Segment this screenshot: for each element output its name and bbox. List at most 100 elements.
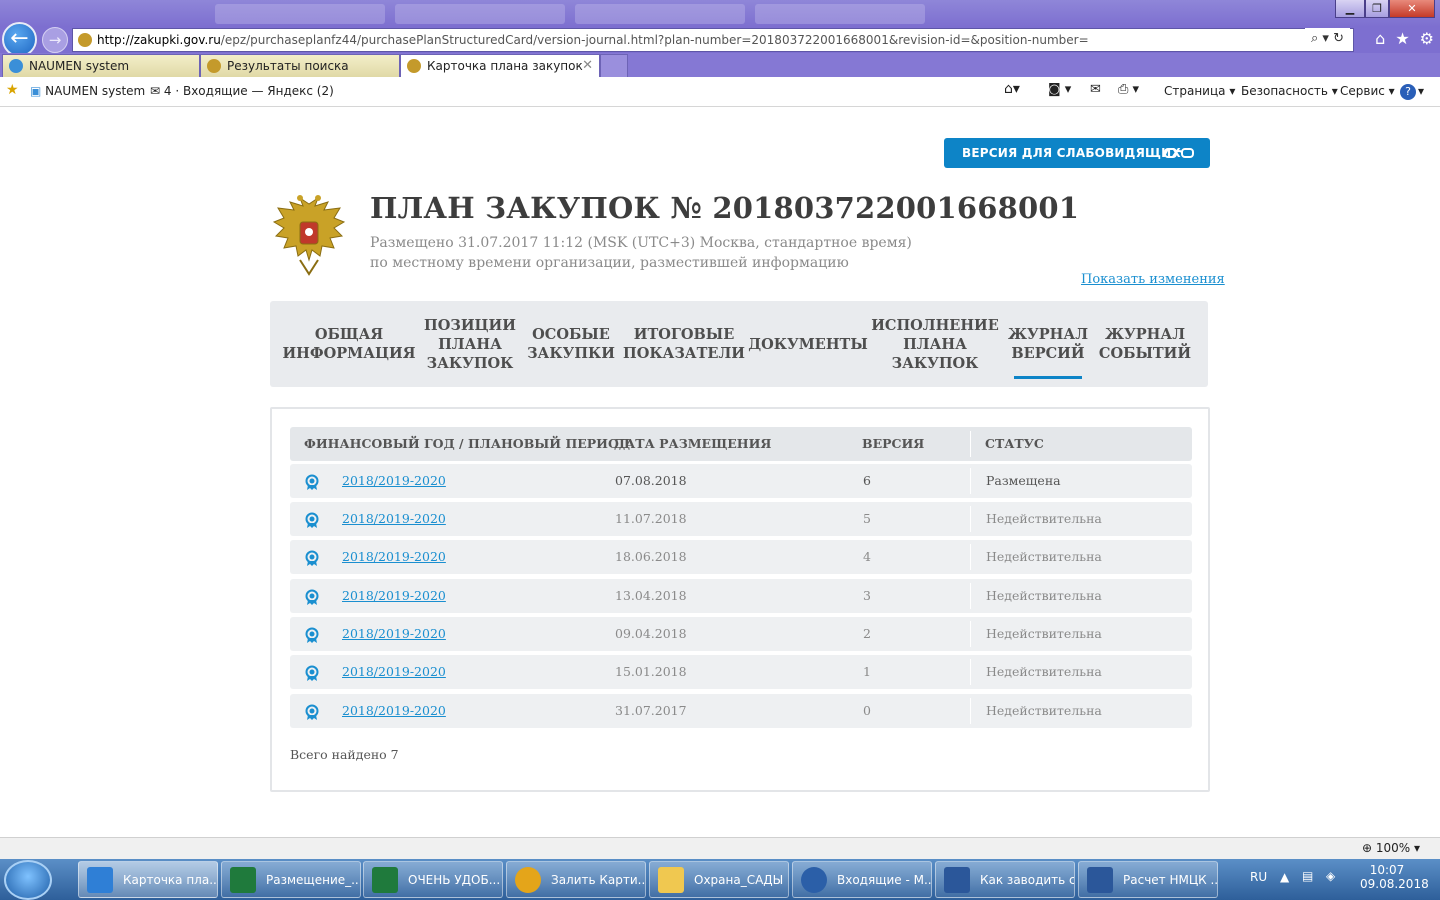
search-icon[interactable]: ⌕ xyxy=(1311,31,1318,46)
zoom-control[interactable]: ⊕ 100% ▾ xyxy=(1362,841,1420,855)
period-link[interactable]: 2018/2019-2020 xyxy=(342,655,446,689)
language-indicator[interactable]: RU xyxy=(1250,870,1267,884)
maximize-button[interactable]: ❐ xyxy=(1365,0,1389,18)
tab-documents[interactable]: ДОКУМЕНТЫ xyxy=(748,301,868,387)
taskbar-item-excel-2[interactable]: ОЧЕНЬ УДОБ... xyxy=(363,861,503,898)
taskbar-item-excel-1[interactable]: Размещение_... xyxy=(221,861,361,898)
favorites-add-icon[interactable]: ★ xyxy=(6,82,19,98)
version-number: 5 xyxy=(863,511,871,526)
forward-arrow-icon[interactable]: → xyxy=(42,27,68,53)
taskbar-item-word-2[interactable]: Расчет НМЦК ... xyxy=(1078,861,1218,898)
zoom-level: 100% xyxy=(1375,841,1411,855)
taskbar-label: Как заводить с... xyxy=(980,873,1075,887)
version-journal-panel: ФИНАНСОВЫЙ ГОД / ПЛАНОВЫЙ ПЕРИОД ДАТА РА… xyxy=(270,407,1210,792)
back-arrow-icon[interactable]: ← xyxy=(2,22,37,57)
mail-client-icon xyxy=(801,867,827,893)
tab-event-journal[interactable]: ЖУРНАЛ СОБЫТИЙ xyxy=(1099,301,1191,387)
url-input[interactable]: http://zakupki.gov.ru/epz/purchaseplanfz… xyxy=(72,28,1354,52)
emblem-favicon-icon xyxy=(407,59,421,73)
minimize-button[interactable]: ▁ xyxy=(1335,0,1365,18)
status-text: Недействительна xyxy=(986,703,1102,718)
browser-status-bar: ⊕ 100% ▾ xyxy=(0,837,1440,859)
medal-icon xyxy=(305,474,319,490)
tray-expand-icon[interactable]: ▲ xyxy=(1280,870,1289,884)
settings-gear-icon[interactable]: ⚙ xyxy=(1420,29,1434,48)
emblem-favicon-icon xyxy=(207,59,221,73)
tab-search-results[interactable]: Результаты поиска xyxy=(200,54,400,77)
start-button-icon[interactable] xyxy=(4,860,52,900)
column-divider xyxy=(970,506,971,532)
favorites-star-icon[interactable]: ★ xyxy=(1395,29,1409,48)
taskbar-label: Размещение_... xyxy=(266,873,361,887)
tab-plan-card[interactable]: Карточка плана закупок ✕ xyxy=(400,54,600,77)
taskbar-item-outlook[interactable]: Входящие - М... xyxy=(792,861,932,898)
page-content: ВЕРСИЯ ДЛЯ СЛАБОВИДЯЩИХ ПЛАН ЗАКУПОК № 2… xyxy=(0,107,1440,837)
taskbar-label: Охрана_САДЫ xyxy=(694,873,784,887)
column-divider xyxy=(970,544,971,570)
tab-general-info[interactable]: ОБЩАЯ ИНФОРМАЦИЯ xyxy=(278,301,420,387)
help-icon[interactable]: ? xyxy=(1400,84,1416,100)
home-icon[interactable]: ⌂ xyxy=(1375,29,1385,48)
period-link[interactable]: 2018/2019-2020 xyxy=(342,502,446,536)
close-window-button[interactable]: ✕ xyxy=(1389,0,1435,18)
menu-safety-label: Безопасность xyxy=(1241,84,1328,98)
tab-plan-positions[interactable]: ПОЗИЦИИ ПЛАНА ЗАКУПОК xyxy=(420,301,520,387)
taskbar-item-chrome[interactable]: Залить Карти... xyxy=(506,861,646,898)
read-mail-icon[interactable]: ✉ xyxy=(1090,82,1101,97)
total-found: Всего найдено 7 xyxy=(290,747,399,762)
ie-icon xyxy=(9,59,23,73)
print-icon[interactable]: ⎙ ▾ xyxy=(1118,82,1139,97)
clock[interactable]: 10:07 09.08.2018 xyxy=(1360,863,1429,891)
tab-close-icon[interactable]: ✕ xyxy=(582,55,593,77)
medal-icon xyxy=(305,550,319,566)
clock-date: 09.08.2018 xyxy=(1360,877,1429,891)
status-text: Недействительна xyxy=(986,588,1102,603)
period-link[interactable]: 2018/2019-2020 xyxy=(342,694,446,728)
page-title: ПЛАН ЗАКУПОК № 201803722001668001 xyxy=(370,191,1080,225)
network-icon[interactable]: ▤ xyxy=(1302,869,1313,883)
dropdown-icon[interactable]: ▾ xyxy=(1322,31,1329,46)
refresh-icon[interactable]: ↻ xyxy=(1333,31,1344,46)
menu-service[interactable]: Сервис ▾ xyxy=(1340,84,1395,98)
help-dropdown-icon[interactable]: ▾ xyxy=(1418,84,1424,98)
plan-section-tabs: ОБЩАЯ ИНФОРМАЦИЯ ПОЗИЦИИ ПЛАНА ЗАКУПОК О… xyxy=(270,301,1208,387)
column-divider xyxy=(970,621,971,647)
tab-version-journal[interactable]: ЖУРНАЛ ВЕРСИЙ xyxy=(1008,301,1088,387)
url-domain: http://zakupki.gov.ru xyxy=(97,33,221,47)
menu-safety[interactable]: Безопасность ▾ xyxy=(1241,84,1338,98)
taskbar-item-word-1[interactable]: Как заводить с... xyxy=(935,861,1075,898)
placement-date: 07.08.2018 xyxy=(615,473,687,488)
column-header-date: ДАТА РАЗМЕЩЕНИЯ xyxy=(614,436,772,451)
taskbar-item-ie[interactable]: Карточка пла... xyxy=(78,861,218,898)
zoom-magnifier-icon: ⊕ xyxy=(1361,841,1373,855)
url-path: /epz/purchaseplanfz44/purchasePlanStruct… xyxy=(220,33,1089,47)
status-text: Недействительна xyxy=(986,664,1102,679)
tab-special-purchases[interactable]: ОСОБЫЕ ЗАКУПКИ xyxy=(527,301,615,387)
show-changes-link[interactable]: Показать изменения xyxy=(1081,272,1225,287)
period-link[interactable]: 2018/2019-2020 xyxy=(342,464,446,498)
tab-plan-execution[interactable]: ИСПОЛНЕНИЕ ПЛАНА ЗАКУПОК xyxy=(871,301,999,387)
tab-label: Результаты поиска xyxy=(227,59,349,73)
ie-icon xyxy=(87,867,113,893)
volume-muted-icon[interactable]: ◈ xyxy=(1326,869,1335,883)
favorites-bar: ★ ▣ NAUMEN system ✉ 4 · Входящие — Яндек… xyxy=(0,77,1440,107)
period-link[interactable]: 2018/2019-2020 xyxy=(342,540,446,574)
tab-total-indicators[interactable]: ИТОГОВЫЕ ПОКАЗАТЕЛИ xyxy=(623,301,745,387)
menu-page[interactable]: Страница ▾ xyxy=(1164,84,1235,98)
placement-date: 15.01.2018 xyxy=(615,664,687,679)
favorite-yandex-inbox[interactable]: ✉ 4 · Входящие — Яндекс (2) xyxy=(150,84,334,98)
period-link[interactable]: 2018/2019-2020 xyxy=(342,579,446,613)
low-vision-version-button[interactable]: ВЕРСИЯ ДЛЯ СЛАБОВИДЯЩИХ xyxy=(944,138,1210,168)
rss-feed-icon[interactable]: ◙ ▾ xyxy=(1048,82,1071,97)
medal-icon xyxy=(305,704,319,720)
placement-date: 09.04.2018 xyxy=(615,626,687,641)
status-text: Размещена xyxy=(986,473,1061,488)
taskbar-item-folder[interactable]: Охрана_САДЫ xyxy=(649,861,789,898)
favorite-label: NAUMEN system xyxy=(45,84,146,98)
favorite-label: 4 · Входящие — Яндекс (2) xyxy=(163,84,334,98)
period-link[interactable]: 2018/2019-2020 xyxy=(342,617,446,651)
favorite-naumen[interactable]: ▣ NAUMEN system xyxy=(30,84,145,98)
tab-naumen[interactable]: NAUMEN system xyxy=(2,54,200,77)
home-cmd-icon[interactable]: ⌂▾ xyxy=(1004,81,1020,97)
new-tab-button[interactable] xyxy=(600,54,628,77)
